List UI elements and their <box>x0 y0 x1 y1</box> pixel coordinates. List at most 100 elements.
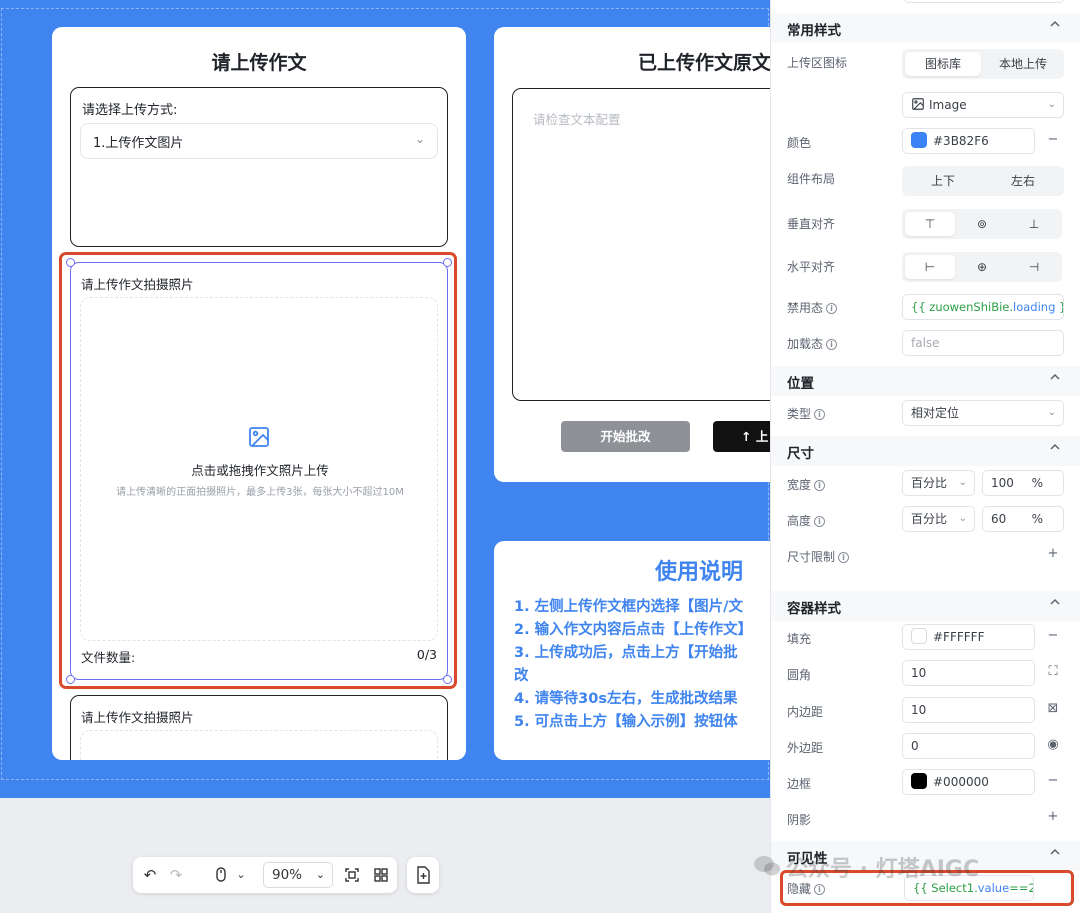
info-icon[interactable]: i <box>826 339 838 350</box>
position-type-select[interactable]: 相对定位 ⌄ <box>902 400 1064 426</box>
icon-source-local[interactable]: 本地上传 <box>985 52 1061 76</box>
upload-method-select[interactable]: 1.上传作文图片 ⌄ <box>80 123 438 159</box>
plus-icon[interactable]: + <box>1046 809 1060 824</box>
editor-canvas[interactable]: 请上传作文 请选择上传方式: 1.上传作文图片 ⌄ 请上传作文拍摄照片 点击或拖… <box>0 0 770 913</box>
width-unit-value: 百分比 <box>911 476 948 490</box>
color-label: 颜色 <box>787 136 812 150</box>
icon-select[interactable]: Image ⌄ <box>902 92 1064 118</box>
original-essay-card[interactable]: 已上传作文原文 请检查文本配置 开始批改 ↑ 上 <box>494 27 770 482</box>
chevron-up-icon[interactable] <box>1049 846 1061 858</box>
chevron-down-icon[interactable]: ⌄ <box>232 866 250 884</box>
layout-horizontal[interactable]: 左右 <box>985 169 1061 193</box>
icon-source-toggle[interactable]: 图标库 本地上传 <box>902 49 1064 79</box>
plus-icon[interactable]: + <box>1046 546 1060 561</box>
align-middle-icon[interactable]: ⊚ <box>957 212 1007 236</box>
upload-essay-button[interactable]: ↑ 上 <box>713 421 770 452</box>
border-value: #000000 <box>933 775 989 789</box>
valign-toggle[interactable]: ⊤ ⊚ ⊥ <box>902 209 1062 239</box>
info-icon[interactable]: i <box>814 480 826 491</box>
instruction-item: 改 <box>514 668 529 684</box>
chevron-up-icon[interactable] <box>1049 441 1061 453</box>
padding-icon[interactable]: ⊠ <box>1046 701 1060 716</box>
mouse-icon[interactable] <box>212 866 230 884</box>
section-container-style[interactable]: 容器样式 <box>771 591 1080 621</box>
width-unit-select[interactable]: 百分比 ⌄ <box>902 470 975 496</box>
disabled-label-text: 禁用态 <box>787 301 824 315</box>
radius-input[interactable]: 10 <box>902 660 1035 686</box>
instruction-item: 4. 请等待30s左右，生成批改结果 <box>514 691 738 707</box>
photo-upload-box-2[interactable]: 请上传作文拍摄照片 <box>70 695 448 760</box>
section-size[interactable]: 尺寸 <box>771 436 1080 466</box>
fit-screen-icon[interactable] <box>343 866 361 884</box>
halign-toggle[interactable]: ⊢ ⊕ ⊣ <box>902 252 1062 282</box>
border-label: 边框 <box>787 777 812 791</box>
info-icon[interactable]: i <box>826 303 838 314</box>
margin-input[interactable]: 0 <box>902 733 1035 759</box>
fill-field[interactable]: #FFFFFF <box>902 624 1035 650</box>
start-grading-button[interactable]: 开始批改 <box>561 421 690 452</box>
loading-field[interactable]: false <box>902 330 1064 356</box>
chevron-down-icon: ⌄ <box>1047 99 1056 110</box>
halign-label: 水平对齐 <box>787 260 836 274</box>
width-input[interactable]: 100 % <box>982 470 1064 496</box>
padding-label: 内边距 <box>787 705 824 719</box>
width-label-text: 宽度 <box>787 478 812 492</box>
minus-icon[interactable]: − <box>1046 628 1060 643</box>
zoom-value: 90% <box>272 867 303 883</box>
essay-text-area[interactable]: 请检查文本配置 <box>512 88 770 401</box>
align-center-icon[interactable]: ⊕ <box>957 255 1007 279</box>
layout-vertical[interactable]: 上下 <box>905 169 981 193</box>
height-label-text: 高度 <box>787 514 812 528</box>
height-input[interactable]: 60 % <box>982 506 1064 532</box>
minus-icon[interactable]: − <box>1046 773 1060 788</box>
align-top-icon[interactable]: ⊤ <box>905 212 955 236</box>
border-swatch[interactable] <box>911 773 927 789</box>
border-field[interactable]: #000000 <box>902 769 1035 795</box>
layout-label: 组件布局 <box>787 172 836 186</box>
align-bottom-icon[interactable]: ⊥ <box>1009 212 1059 236</box>
upload-method-box[interactable]: 请选择上传方式: 1.上传作文图片 ⌄ <box>70 87 448 247</box>
scrolled-field <box>904 0 1064 3</box>
section-title: 容器样式 <box>787 601 841 617</box>
redo-icon[interactable]: ↷ <box>167 866 185 884</box>
text-placeholder: 请检查文本配置 <box>533 112 621 127</box>
minus-icon[interactable]: − <box>1046 132 1060 147</box>
original-card-title: 已上传作文原文 <box>638 52 770 74</box>
padding-input[interactable]: 10 <box>902 697 1035 723</box>
expr-keyword: loading <box>1013 300 1056 314</box>
color-swatch[interactable] <box>911 132 927 148</box>
wechat-icon <box>754 856 780 876</box>
chevron-up-icon[interactable] <box>1049 596 1061 608</box>
align-left-icon[interactable]: ⊢ <box>905 255 955 279</box>
color-field[interactable]: #3B82F6 <box>902 128 1035 154</box>
chevron-up-icon[interactable] <box>1049 18 1061 30</box>
section-title: 位置 <box>787 376 814 392</box>
layout-toggle[interactable]: 上下 左右 <box>902 166 1064 196</box>
chevron-down-icon: ⌄ <box>1047 407 1056 418</box>
properties-panel: 常用样式 上传区图标 图标库 本地上传 Image ⌄ 颜色 #3B82F6 −… <box>770 0 1080 913</box>
add-page-button[interactable] <box>407 857 439 893</box>
canvas-toolbar: ↶ ↷ ⌄ 90% ⌄ <box>133 857 397 893</box>
icon-source-library[interactable]: 图标库 <box>905 52 981 76</box>
disabled-expression-field[interactable]: {{ zuowenShiBie.loading }} <box>902 294 1064 320</box>
info-icon[interactable]: i <box>814 516 826 527</box>
info-icon[interactable]: i <box>838 552 850 563</box>
section-common-style[interactable]: 常用样式 <box>771 13 1080 43</box>
fill-swatch[interactable] <box>911 628 927 644</box>
zoom-select[interactable]: 90% ⌄ <box>263 862 333 888</box>
icon-select-value: Image <box>929 98 967 112</box>
chevron-up-icon[interactable] <box>1049 371 1061 383</box>
photo-dropzone-2[interactable] <box>80 730 438 760</box>
instruction-item: 2. 输入作文内容后点击【上传作文】 <box>514 622 753 638</box>
loading-label-text: 加载态 <box>787 337 824 351</box>
photo-upload-label-2: 请上传作文拍摄照片 <box>81 710 194 725</box>
info-icon[interactable]: i <box>814 409 826 420</box>
corner-radius-icon[interactable]: ⛶ <box>1046 664 1060 679</box>
section-position[interactable]: 位置 <box>771 366 1080 396</box>
undo-icon[interactable]: ↶ <box>141 866 159 884</box>
grid-icon[interactable] <box>372 866 390 884</box>
align-right-icon[interactable]: ⊣ <box>1009 255 1059 279</box>
height-unit-select[interactable]: 百分比 ⌄ <box>902 506 975 532</box>
instructions-title: 使用说明 <box>655 560 744 585</box>
margin-icon[interactable]: ◉ <box>1046 737 1060 752</box>
